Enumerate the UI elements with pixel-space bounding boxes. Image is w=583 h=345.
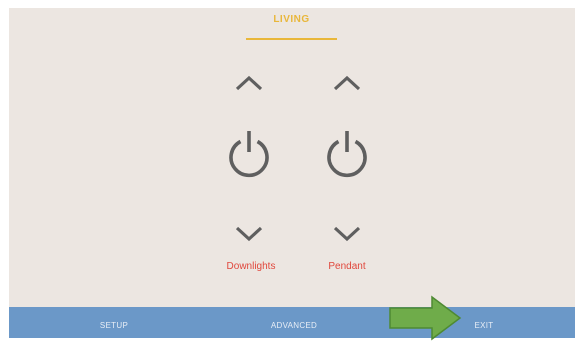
downlights-lower-button[interactable] <box>233 225 265 243</box>
arrow-right-icon <box>388 295 462 341</box>
room-title: LIVING <box>273 14 310 25</box>
advanced-button[interactable]: ADVANCED <box>239 307 349 338</box>
load-label-downlights: Downlights <box>226 261 276 272</box>
pendant-lower-button[interactable] <box>331 225 363 243</box>
power-icon <box>225 128 273 180</box>
pendant-raise-button[interactable] <box>331 74 363 92</box>
pendant-power-button[interactable] <box>323 128 371 180</box>
chevron-up-icon <box>233 74 265 92</box>
load-label-pendant: Pendant <box>328 261 366 272</box>
chevron-down-icon <box>233 225 265 243</box>
downlights-power-button[interactable] <box>225 128 273 180</box>
room-title-underline <box>246 38 337 40</box>
downlights-raise-button[interactable] <box>233 74 265 92</box>
bottom-nav-bar: SETUP ADVANCED EXIT <box>9 307 575 338</box>
chevron-down-icon <box>331 225 363 243</box>
setup-button[interactable]: SETUP <box>59 307 169 338</box>
chevron-up-icon <box>331 74 363 92</box>
power-icon <box>323 128 371 180</box>
